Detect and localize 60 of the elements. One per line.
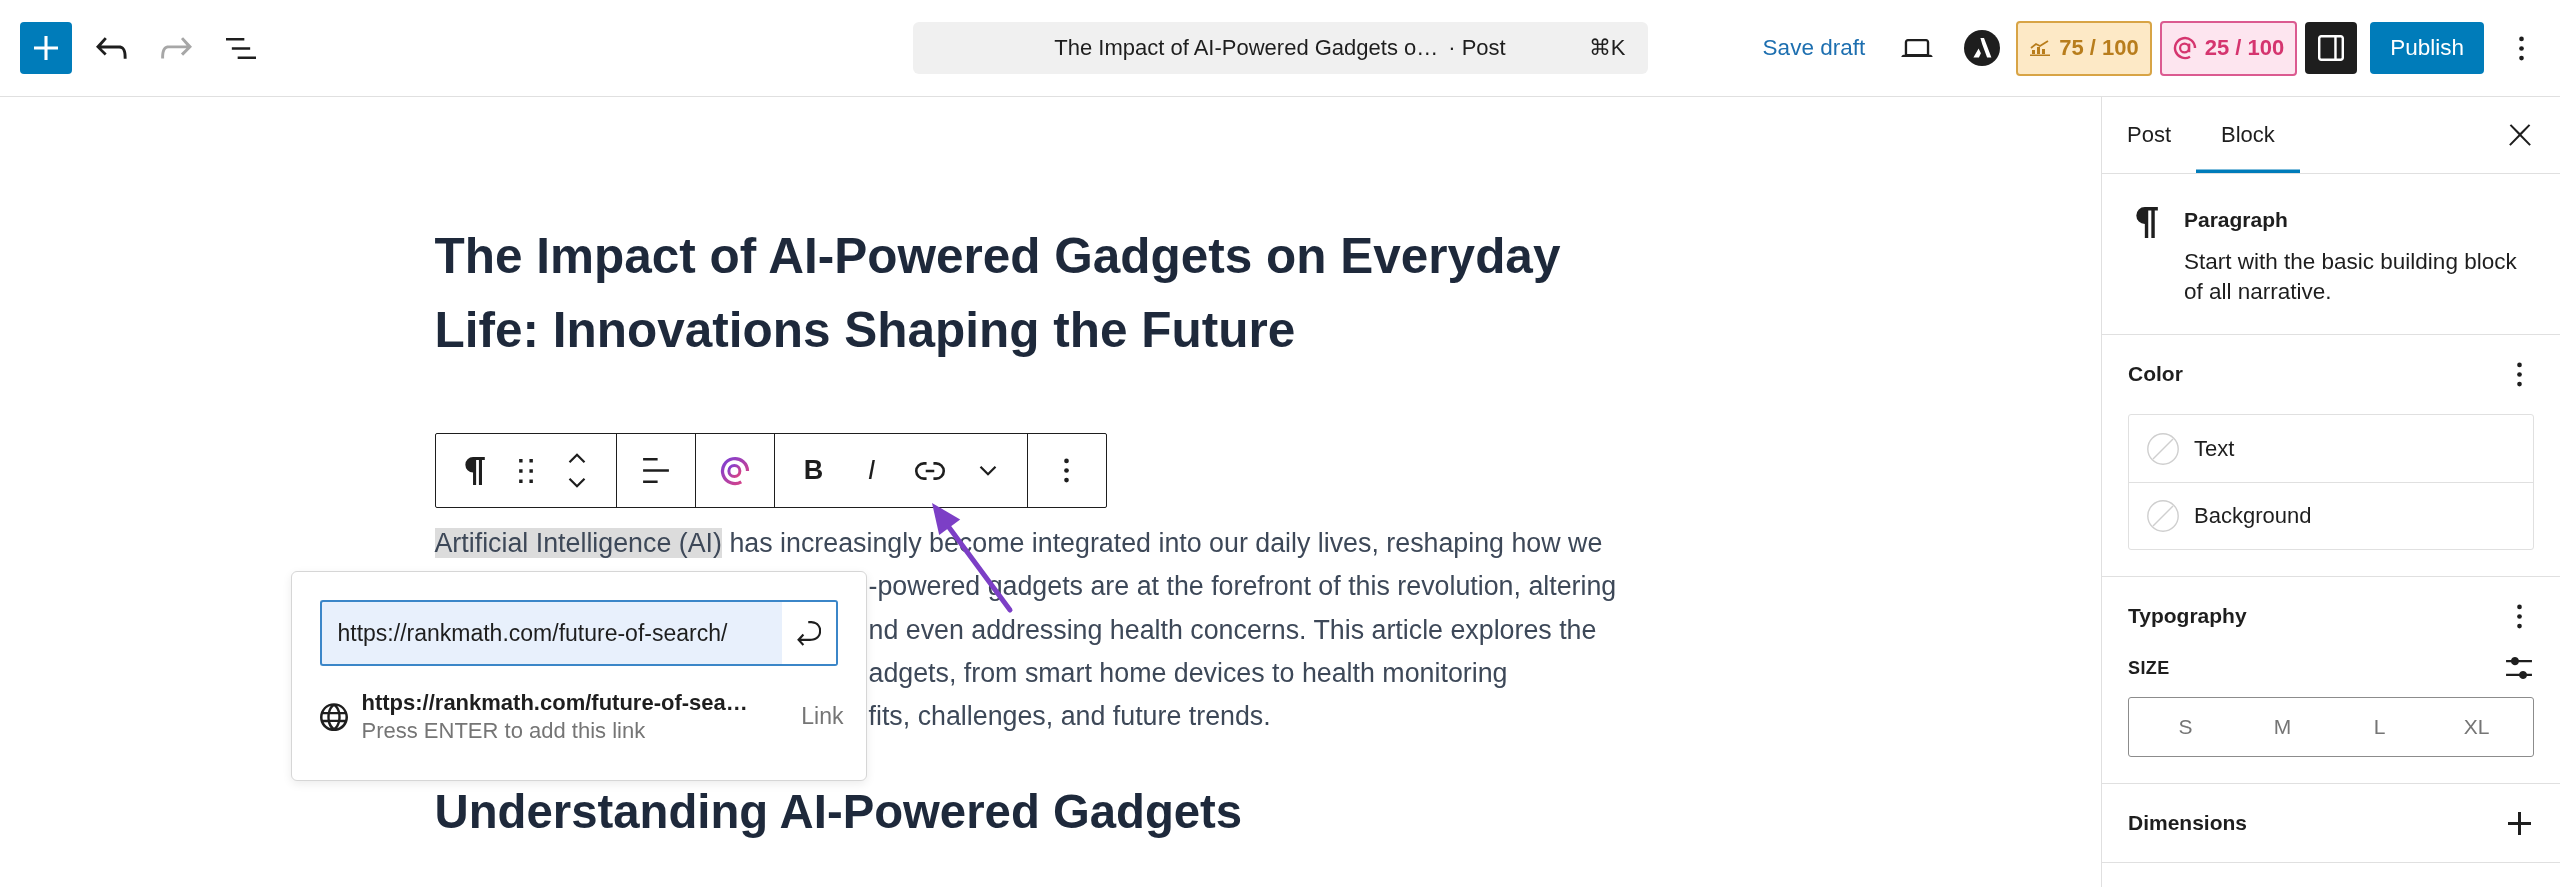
vertical-dots-icon — [2516, 603, 2522, 629]
pilcrow-icon — [464, 456, 485, 485]
bar-chart-icon — [2029, 40, 2052, 56]
settings-button[interactable] — [2305, 22, 2358, 74]
size-label: SIZE — [2128, 657, 2170, 679]
logo-button[interactable] — [1964, 30, 2001, 66]
section-heading: Understanding AI-Powered Gadgets — [434, 784, 1244, 841]
chevron-down-icon — [978, 465, 997, 476]
font-size-option[interactable]: M — [2234, 701, 2331, 753]
font-size-option[interactable]: XL — [2428, 701, 2525, 753]
block-description: Start with the basic building block of all narrative. — [2184, 248, 2518, 306]
drag-handle-icon — [518, 458, 533, 483]
plus-icon — [2507, 811, 2531, 835]
ring-icon — [2172, 36, 2197, 60]
vertical-dots-icon — [2518, 35, 2524, 61]
no-color-swatch-icon — [2147, 432, 2179, 465]
color-setting-button[interactable]: Background — [2129, 482, 2533, 549]
italic-button[interactable]: I — [847, 446, 896, 495]
bold-button[interactable]: B — [789, 446, 838, 495]
paragraph-text: nd even addressing health concerns. This article explores the — [868, 614, 1597, 645]
font-size-option[interactable]: S — [2137, 701, 2234, 753]
triangle-logo-icon — [1964, 30, 2001, 66]
vertical-dots-icon — [1064, 458, 1069, 483]
publish-button[interactable]: Publish — [2370, 22, 2484, 74]
panel-title: Color — [2128, 362, 2183, 386]
list-view-icon — [226, 37, 256, 59]
chevron-down-icon — [567, 477, 586, 488]
suggested-url[interactable]: https://rankmath.com/future-of-sea… — [361, 688, 748, 717]
laptop-icon — [1901, 39, 1934, 57]
suggestion-hint: Press ENTER to add this link — [361, 717, 646, 745]
suggestion-type: Link — [801, 701, 844, 731]
ai-score-button[interactable]: 25 / 100 — [2159, 20, 2298, 76]
paragraph-text: adgets, from smart home devices to health monitoring — [868, 657, 1508, 688]
block-name: Paragraph — [2184, 207, 2288, 233]
post-title: The Impact of AI-Powered Gadgets on Everyday Life: Innovations Shaping the Future — [434, 227, 1562, 359]
sidebar-panel-icon — [2318, 35, 2345, 61]
sidebar-tab[interactable]: Block — [2196, 97, 2300, 173]
paragraph-text: fits, challenges, and future trends. — [868, 701, 1271, 732]
add-block-button[interactable] — [20, 22, 72, 74]
redo-icon — [160, 37, 192, 59]
close-icon — [2509, 124, 2531, 146]
pilcrow-icon — [2136, 207, 2158, 238]
ring-icon — [719, 455, 750, 486]
sidebar-tab[interactable]: Post — [2102, 97, 2197, 173]
plus-icon — [34, 36, 58, 60]
vertical-dots-icon — [2516, 361, 2522, 387]
panel-title: Typography — [2128, 604, 2247, 628]
font-size-option[interactable]: L — [2331, 701, 2428, 753]
save-draft-button[interactable]: Save draft — [1748, 22, 1880, 74]
panel-title: Dimensions — [2128, 811, 2248, 835]
align-left-icon — [642, 458, 669, 483]
color-setting-button[interactable]: Text — [2129, 415, 2533, 482]
selected-text: Artificial Intelligence (AI) — [434, 528, 722, 558]
chevron-up-icon — [567, 453, 586, 464]
no-color-swatch-icon — [2147, 500, 2179, 532]
sliders-icon — [2506, 657, 2532, 679]
link-icon — [914, 461, 945, 480]
command-bar[interactable]: The Impact of AI-Powered Gadgets o… · Post ⌘K — [912, 22, 1648, 74]
undo-icon — [95, 37, 127, 59]
globe-icon — [319, 702, 348, 731]
